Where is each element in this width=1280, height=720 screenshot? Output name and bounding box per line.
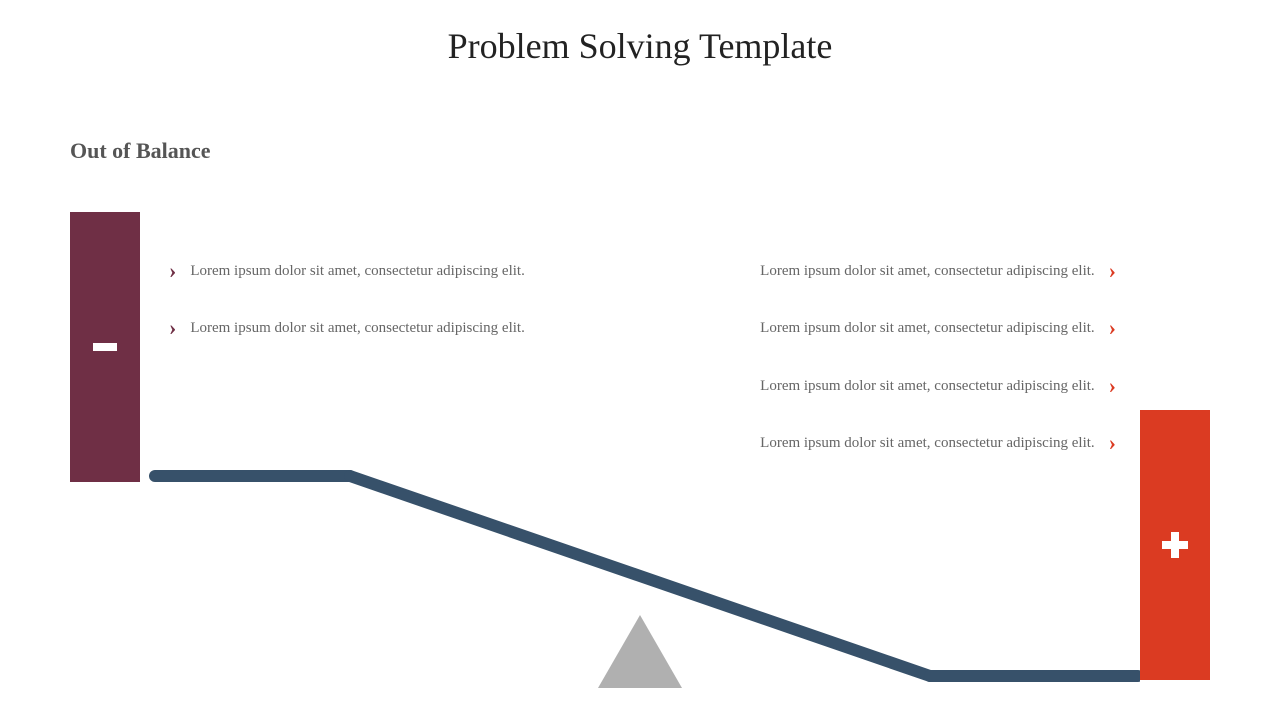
negative-list: › Lorem ipsum dolor sit amet, consectetu… xyxy=(155,260,595,375)
chevron-icon: › xyxy=(155,317,190,340)
list-item: › Lorem ipsum dolor sit amet, consectetu… xyxy=(155,260,595,283)
item-text: Lorem ipsum dolor sit amet, consectetur … xyxy=(760,375,1095,398)
list-item: › Lorem ipsum dolor sit amet, consectetu… xyxy=(690,260,1130,283)
negative-bar xyxy=(70,212,140,482)
slide-title: Problem Solving Template xyxy=(0,25,1280,67)
seesaw-graphic xyxy=(140,470,1140,710)
item-text: Lorem ipsum dolor sit amet, consectetur … xyxy=(760,317,1095,340)
plus-icon xyxy=(1162,532,1188,558)
positive-bar xyxy=(1140,410,1210,680)
chevron-icon: › xyxy=(1095,260,1130,283)
item-text: Lorem ipsum dolor sit amet, consectetur … xyxy=(760,432,1095,455)
list-item: › Lorem ipsum dolor sit amet, consectetu… xyxy=(690,317,1130,340)
chevron-icon: › xyxy=(155,260,190,283)
list-item: › Lorem ipsum dolor sit amet, consectetu… xyxy=(690,375,1130,398)
item-text: Lorem ipsum dolor sit amet, consectetur … xyxy=(190,317,525,340)
item-text: Lorem ipsum dolor sit amet, consectetur … xyxy=(760,260,1095,283)
chevron-icon: › xyxy=(1095,375,1130,398)
slide-subtitle: Out of Balance xyxy=(70,138,211,164)
item-text: Lorem ipsum dolor sit amet, consectetur … xyxy=(190,260,525,283)
fulcrum-icon xyxy=(598,615,682,688)
slide: Problem Solving Template Out of Balance … xyxy=(0,0,1280,720)
list-item: › Lorem ipsum dolor sit amet, consectetu… xyxy=(155,317,595,340)
chevron-icon: › xyxy=(1095,317,1130,340)
beam-tilt xyxy=(350,476,930,676)
minus-icon xyxy=(93,343,117,351)
positive-list: › Lorem ipsum dolor sit amet, consectetu… xyxy=(690,260,1130,489)
list-item: › Lorem ipsum dolor sit amet, consectetu… xyxy=(690,432,1130,455)
chevron-icon: › xyxy=(1095,432,1130,455)
